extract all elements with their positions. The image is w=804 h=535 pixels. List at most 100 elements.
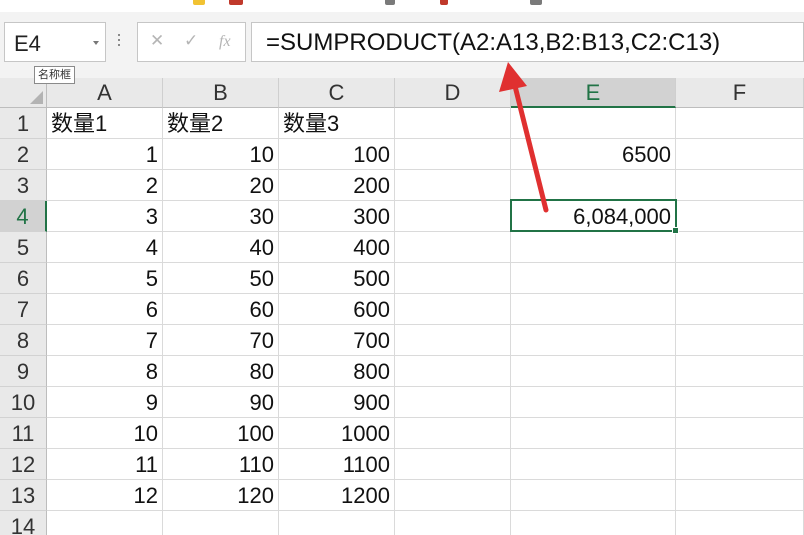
cell-c13[interactable]: 1200: [279, 480, 395, 511]
splitter-handle[interactable]: [118, 34, 121, 48]
row-header-2[interactable]: 2: [0, 139, 47, 170]
worksheet-grid[interactable]: ABCDEF 1 数量1 数量2 数量3 2 1 10 100 6500 3 2 20 200 4 3 30 3…: [0, 78, 804, 535]
cell-b4[interactable]: 30: [163, 201, 279, 232]
row-header-14[interactable]: 14: [0, 511, 47, 535]
row-header-9[interactable]: 9: [0, 356, 47, 387]
row-header-7[interactable]: 7: [0, 294, 47, 325]
row-header-5[interactable]: 5: [0, 232, 47, 263]
cell-f6[interactable]: [676, 263, 804, 294]
cell-d12[interactable]: [395, 449, 511, 480]
cell-f3[interactable]: [676, 170, 804, 201]
cell-d8[interactable]: [395, 325, 511, 356]
cell-d9[interactable]: [395, 356, 511, 387]
column-header-f[interactable]: F: [676, 78, 804, 108]
row-header-8[interactable]: 8: [0, 325, 47, 356]
cell-d14[interactable]: [395, 511, 511, 535]
cell-e1[interactable]: [511, 108, 676, 139]
column-header-b[interactable]: B: [163, 78, 279, 108]
cell-b6[interactable]: 50: [163, 263, 279, 294]
row-header-4[interactable]: 4: [0, 201, 47, 232]
cell-d11[interactable]: [395, 418, 511, 449]
cell-c12[interactable]: 1100: [279, 449, 395, 480]
cell-b12[interactable]: 110: [163, 449, 279, 480]
cell-a4[interactable]: 3: [47, 201, 163, 232]
cell-f10[interactable]: [676, 387, 804, 418]
cell-b2[interactable]: 10: [163, 139, 279, 170]
row-header-12[interactable]: 12: [0, 449, 47, 480]
cell-c4[interactable]: 300: [279, 201, 395, 232]
cell-b11[interactable]: 100: [163, 418, 279, 449]
cell-f1[interactable]: [676, 108, 804, 139]
cell-e7[interactable]: [511, 294, 676, 325]
cell-e5[interactable]: [511, 232, 676, 263]
cell-b10[interactable]: 90: [163, 387, 279, 418]
column-header-c[interactable]: C: [279, 78, 395, 108]
cell-b13[interactable]: 120: [163, 480, 279, 511]
cell-d1[interactable]: [395, 108, 511, 139]
cell-c5[interactable]: 400: [279, 232, 395, 263]
cell-e9[interactable]: [511, 356, 676, 387]
cell-e2[interactable]: 6500: [511, 139, 676, 170]
row-header-11[interactable]: 11: [0, 418, 47, 449]
cell-c14[interactable]: [279, 511, 395, 535]
cell-f7[interactable]: [676, 294, 804, 325]
cell-d5[interactable]: [395, 232, 511, 263]
cell-f2[interactable]: [676, 139, 804, 170]
cell-d10[interactable]: [395, 387, 511, 418]
cell-a2[interactable]: 1: [47, 139, 163, 170]
cell-d13[interactable]: [395, 480, 511, 511]
cell-d6[interactable]: [395, 263, 511, 294]
cell-c9[interactable]: 800: [279, 356, 395, 387]
name-box[interactable]: E4: [4, 22, 106, 62]
cell-e12[interactable]: [511, 449, 676, 480]
row-header-3[interactable]: 3: [0, 170, 47, 201]
cell-e4[interactable]: 6,084,000: [511, 201, 676, 232]
row-header-1[interactable]: 1: [0, 108, 47, 139]
cell-a6[interactable]: 5: [47, 263, 163, 294]
cell-b8[interactable]: 70: [163, 325, 279, 356]
cell-c10[interactable]: 900: [279, 387, 395, 418]
cell-b5[interactable]: 40: [163, 232, 279, 263]
cell-f9[interactable]: [676, 356, 804, 387]
cell-f13[interactable]: [676, 480, 804, 511]
cell-b1[interactable]: 数量2: [163, 108, 279, 139]
cell-a7[interactable]: 6: [47, 294, 163, 325]
cell-b3[interactable]: 20: [163, 170, 279, 201]
cell-e6[interactable]: [511, 263, 676, 294]
close-icon[interactable]: ✕: [150, 31, 164, 51]
cell-c1[interactable]: 数量3: [279, 108, 395, 139]
cell-e3[interactable]: [511, 170, 676, 201]
cell-b14[interactable]: [163, 511, 279, 535]
cell-a8[interactable]: 7: [47, 325, 163, 356]
cell-d2[interactable]: [395, 139, 511, 170]
cell-d3[interactable]: [395, 170, 511, 201]
cell-d4[interactable]: [395, 201, 511, 232]
formula-input[interactable]: =SUMPRODUCT(A2:A13,B2:B13,C2:C13): [251, 22, 804, 62]
row-header-6[interactable]: 6: [0, 263, 47, 294]
cell-a10[interactable]: 9: [47, 387, 163, 418]
cell-f12[interactable]: [676, 449, 804, 480]
column-header-e[interactable]: E: [511, 78, 676, 108]
cell-e8[interactable]: [511, 325, 676, 356]
column-header-d[interactable]: D: [395, 78, 511, 108]
cell-a14[interactable]: [47, 511, 163, 535]
cell-c6[interactable]: 500: [279, 263, 395, 294]
cell-f14[interactable]: [676, 511, 804, 535]
row-header-13[interactable]: 13: [0, 480, 47, 511]
cell-c2[interactable]: 100: [279, 139, 395, 170]
cell-e14[interactable]: [511, 511, 676, 535]
cell-f5[interactable]: [676, 232, 804, 263]
cell-f11[interactable]: [676, 418, 804, 449]
cell-c8[interactable]: 700: [279, 325, 395, 356]
cell-d7[interactable]: [395, 294, 511, 325]
cell-e10[interactable]: [511, 387, 676, 418]
chevron-down-icon[interactable]: [93, 41, 99, 45]
cell-a5[interactable]: 4: [47, 232, 163, 263]
cell-f8[interactable]: [676, 325, 804, 356]
fx-icon[interactable]: fx: [219, 33, 231, 51]
cell-a12[interactable]: 11: [47, 449, 163, 480]
cell-a1[interactable]: 数量1: [47, 108, 163, 139]
cell-e11[interactable]: [511, 418, 676, 449]
cell-c3[interactable]: 200: [279, 170, 395, 201]
cell-b7[interactable]: 60: [163, 294, 279, 325]
